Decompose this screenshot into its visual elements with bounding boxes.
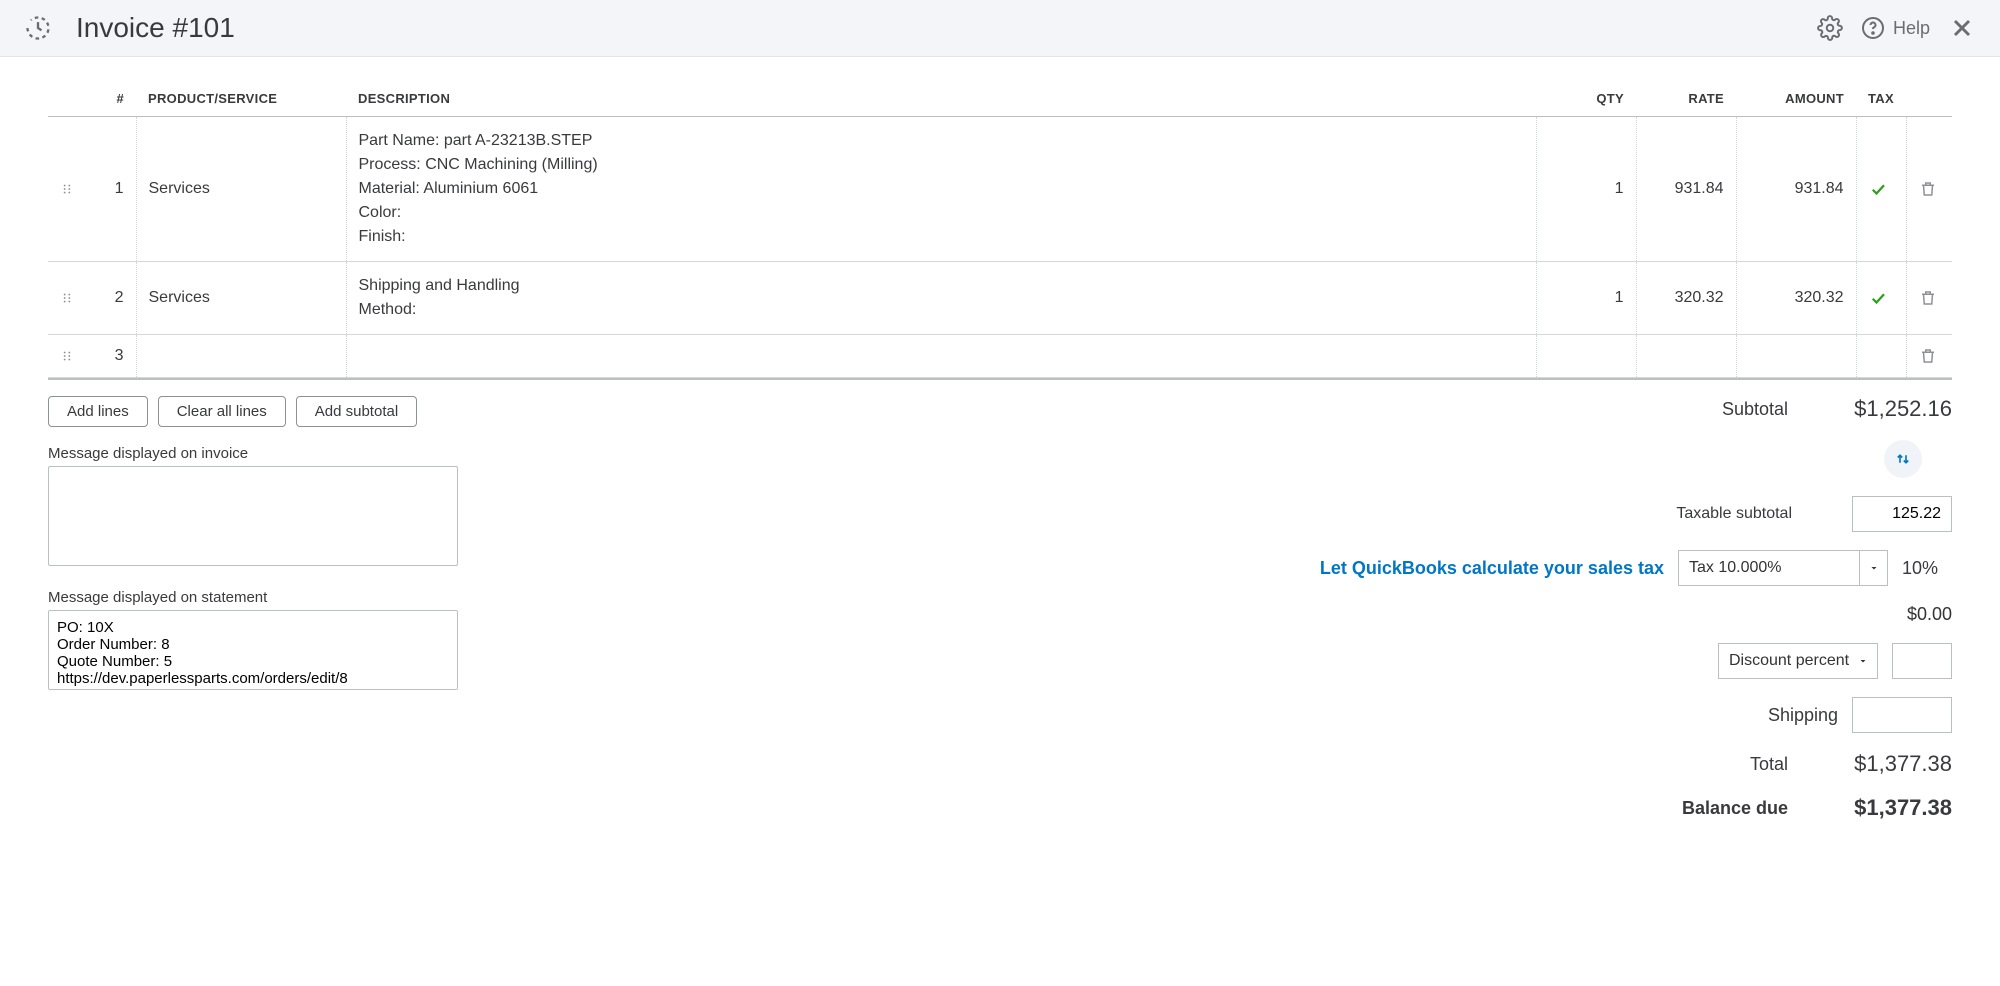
discount-input[interactable] xyxy=(1892,643,1952,679)
row-amount[interactable]: 320.32 xyxy=(1736,262,1856,335)
row-qty[interactable]: 1 xyxy=(1536,117,1636,262)
col-header-description: DESCRIPTION xyxy=(346,81,1536,117)
row-description[interactable]: Part Name: part A-23213B.STEP Process: C… xyxy=(346,117,1536,262)
row-number: 2 xyxy=(86,262,136,335)
row-tax-check[interactable] xyxy=(1856,335,1906,378)
row-product[interactable]: Services xyxy=(136,117,346,262)
row-number: 1 xyxy=(86,117,136,262)
col-header-product: PRODUCT/SERVICE xyxy=(136,81,346,117)
gear-icon[interactable] xyxy=(1817,15,1843,41)
row-description[interactable]: Shipping and Handling Method: xyxy=(346,262,1536,335)
calculate-tax-link[interactable]: Let QuickBooks calculate your sales tax xyxy=(1320,558,1664,579)
line-items-table: # PRODUCT/SERVICE DESCRIPTION QTY RATE A… xyxy=(48,81,1952,378)
subtotal-label: Subtotal xyxy=(1722,399,1788,420)
header-actions: Help xyxy=(1817,14,1976,42)
line-action-buttons: Add lines Clear all lines Add subtotal xyxy=(48,396,458,427)
help-button[interactable]: Help xyxy=(1861,16,1930,40)
tax-percent: 10% xyxy=(1902,558,1952,579)
trash-icon[interactable] xyxy=(1906,262,1952,335)
row-tax-check[interactable] xyxy=(1856,262,1906,335)
row-tax-check[interactable] xyxy=(1856,117,1906,262)
table-row[interactable]: 1ServicesPart Name: part A-23213B.STEP P… xyxy=(48,117,1952,262)
taxable-subtotal-label: Taxable subtotal xyxy=(1676,505,1792,523)
row-rate[interactable]: 320.32 xyxy=(1636,262,1736,335)
balance-due-value: $1,377.38 xyxy=(1812,795,1952,821)
row-qty[interactable] xyxy=(1536,335,1636,378)
page-header: Invoice #101 Help xyxy=(0,0,2000,57)
trash-icon[interactable] xyxy=(1906,335,1952,378)
row-amount[interactable]: 931.84 xyxy=(1736,117,1856,262)
drag-handle-icon[interactable] xyxy=(48,262,86,335)
tax-amount-value: $0.00 xyxy=(1907,604,1952,625)
history-icon[interactable] xyxy=(24,14,52,42)
col-header-number: # xyxy=(86,81,136,117)
total-value: $1,377.38 xyxy=(1812,751,1952,777)
chevron-down-icon xyxy=(1849,644,1877,678)
message-statement-label: Message displayed on statement xyxy=(48,589,458,606)
row-product[interactable]: Services xyxy=(136,262,346,335)
taxable-subtotal-input[interactable] xyxy=(1852,496,1952,532)
col-header-rate: RATE xyxy=(1636,81,1736,117)
message-invoice-input[interactable] xyxy=(48,466,458,566)
add-lines-button[interactable]: Add lines xyxy=(48,396,148,427)
table-row[interactable]: 3 xyxy=(48,335,1952,378)
col-header-tax: TAX xyxy=(1856,81,1906,117)
row-rate[interactable]: 931.84 xyxy=(1636,117,1736,262)
trash-icon[interactable] xyxy=(1906,117,1952,262)
tax-select-value: Tax 10.000% xyxy=(1689,559,1782,577)
total-label: Total xyxy=(1750,754,1788,775)
row-qty[interactable]: 1 xyxy=(1536,262,1636,335)
shipping-label: Shipping xyxy=(1768,705,1838,726)
col-header-amount: AMOUNT xyxy=(1736,81,1856,117)
tax-select[interactable]: Tax 10.000% xyxy=(1678,550,1888,586)
shipping-input[interactable] xyxy=(1852,697,1952,733)
totals-panel: Subtotal $1,252.16 Taxable subtotal Let … xyxy=(498,396,1952,821)
row-number: 3 xyxy=(86,335,136,378)
row-product[interactable] xyxy=(136,335,346,378)
clear-all-lines-button[interactable]: Clear all lines xyxy=(158,396,286,427)
discount-select-value: Discount percent xyxy=(1729,652,1849,670)
table-row[interactable]: 2ServicesShipping and Handling Method:13… xyxy=(48,262,1952,335)
help-icon xyxy=(1861,16,1885,40)
close-icon[interactable] xyxy=(1948,14,1976,42)
row-amount[interactable] xyxy=(1736,335,1856,378)
message-invoice-label: Message displayed on invoice xyxy=(48,445,458,462)
col-header-qty: QTY xyxy=(1536,81,1636,117)
subtotal-value: $1,252.16 xyxy=(1812,396,1952,422)
chevron-down-icon xyxy=(1859,551,1887,585)
row-rate[interactable] xyxy=(1636,335,1736,378)
message-statement-input[interactable] xyxy=(48,610,458,690)
page-title: Invoice #101 xyxy=(76,12,1817,44)
add-subtotal-button[interactable]: Add subtotal xyxy=(296,396,417,427)
swap-icon[interactable] xyxy=(1884,440,1922,478)
drag-handle-icon[interactable] xyxy=(48,117,86,262)
help-label: Help xyxy=(1893,18,1930,39)
drag-handle-icon[interactable] xyxy=(48,335,86,378)
content-area: # PRODUCT/SERVICE DESCRIPTION QTY RATE A… xyxy=(0,57,2000,845)
balance-due-label: Balance due xyxy=(1682,798,1788,819)
discount-select[interactable]: Discount percent xyxy=(1718,643,1878,679)
row-description[interactable] xyxy=(346,335,1536,378)
